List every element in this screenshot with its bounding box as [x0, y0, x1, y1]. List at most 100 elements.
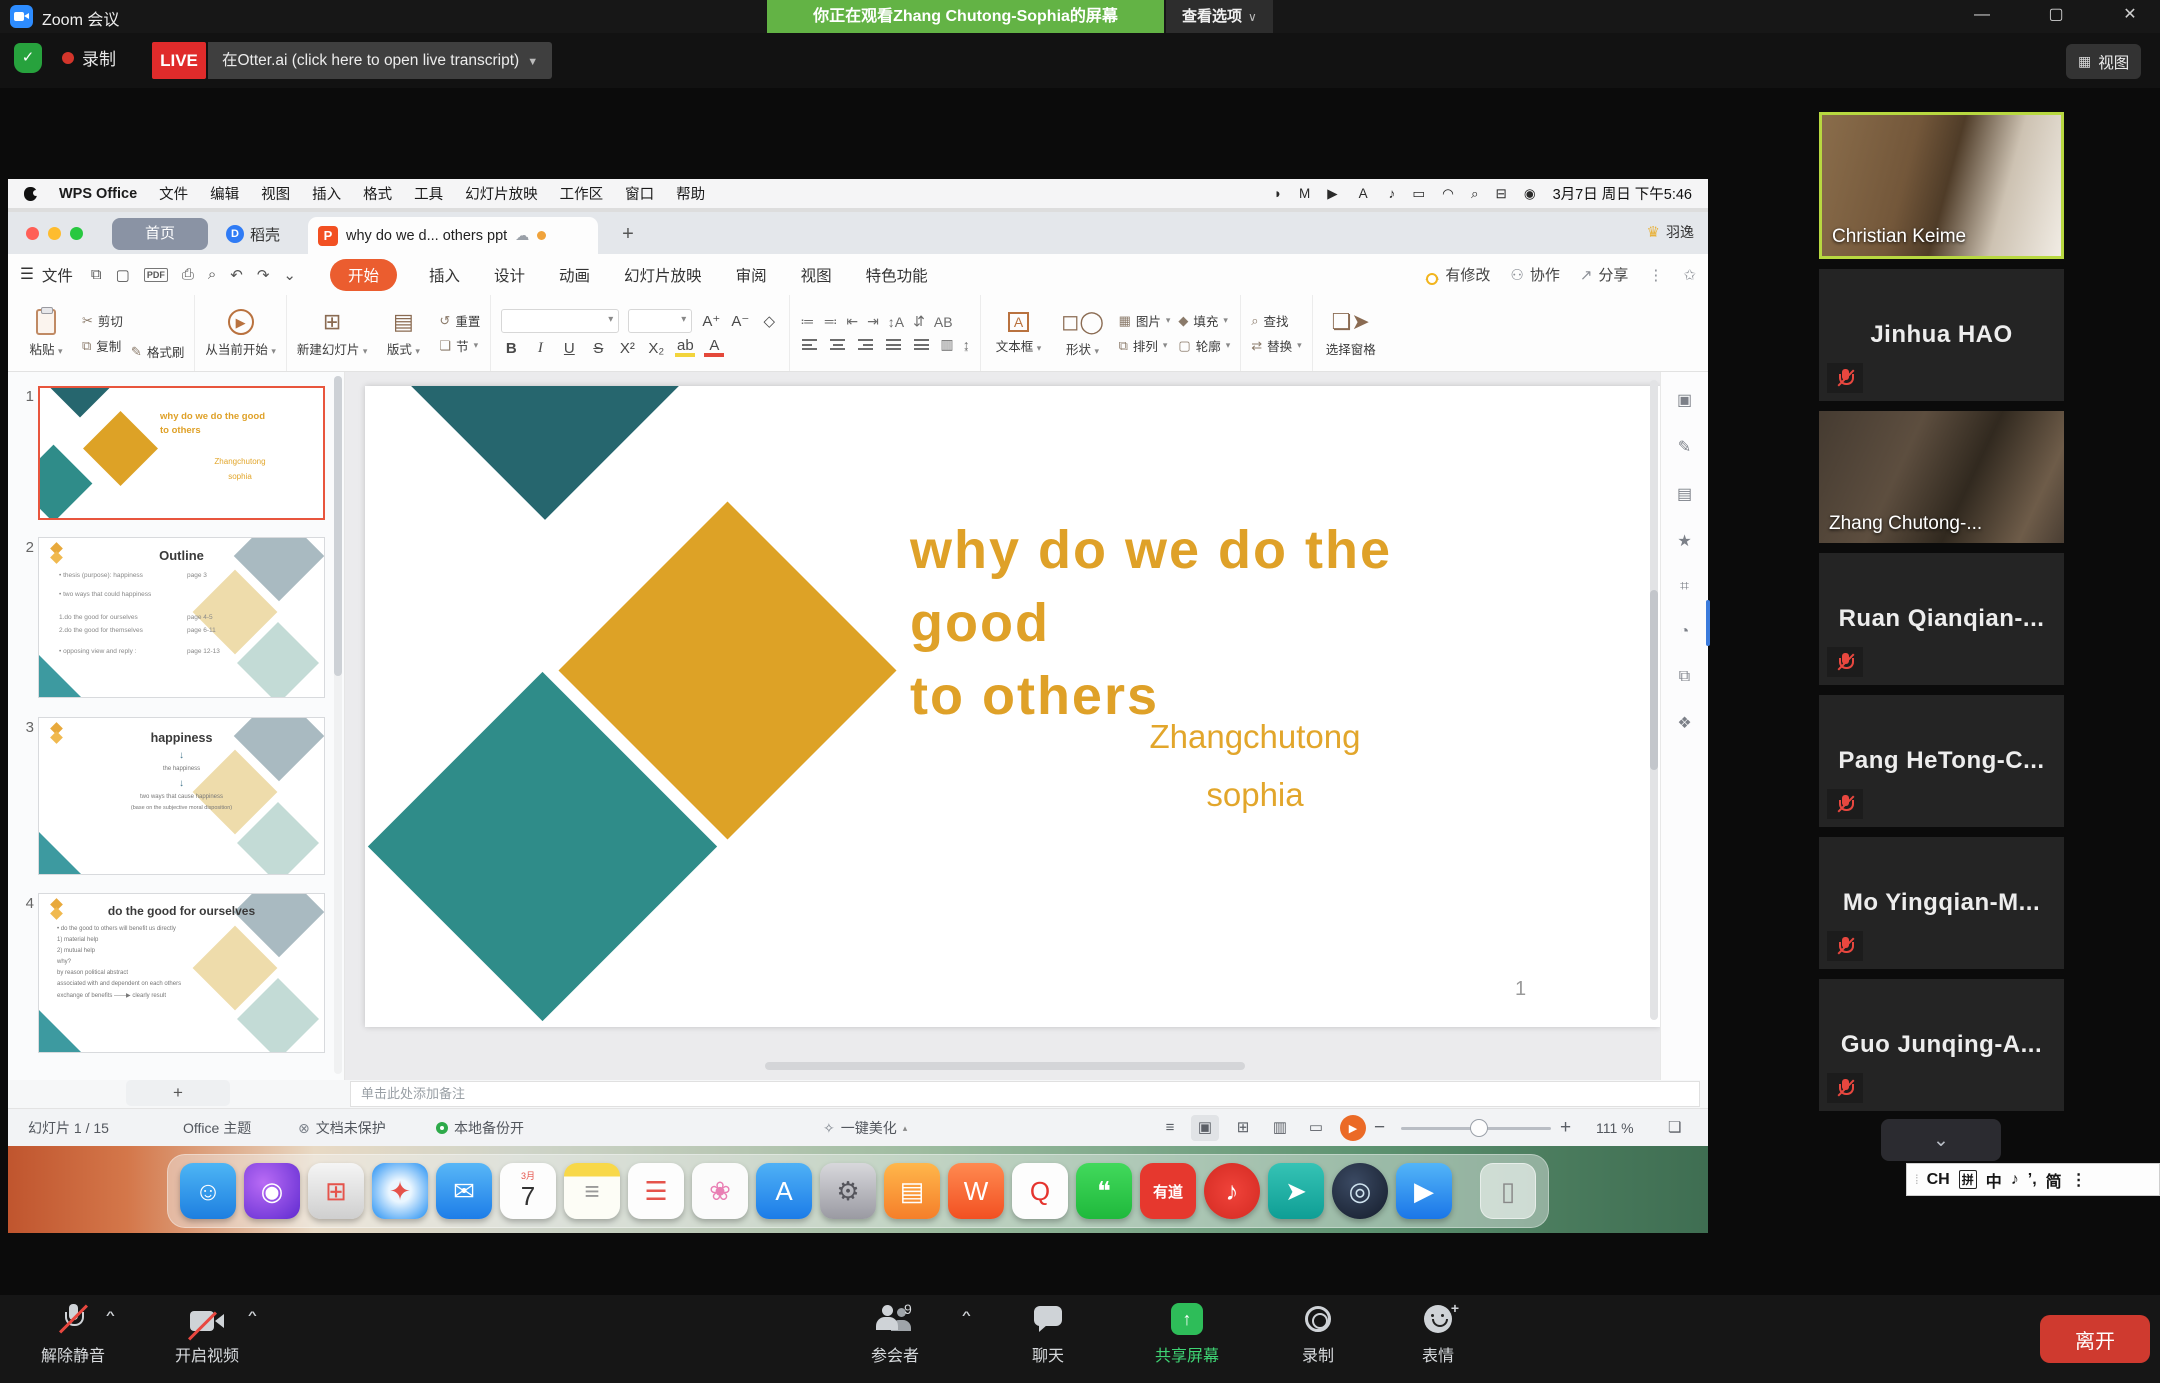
selection-pane-button[interactable]: ❏➤选择窗格 [1323, 300, 1379, 366]
menubar-item[interactable]: 帮助 [676, 183, 705, 204]
copy-button[interactable]: ⧉复制 [82, 336, 123, 355]
battery-icon[interactable]: ▭ [1412, 186, 1425, 202]
superscript-button[interactable]: X² [617, 340, 637, 357]
menubar-item[interactable]: 格式 [363, 183, 392, 204]
mail-dock-icon[interactable]: ✉ [436, 1163, 492, 1219]
presenter-view-icon[interactable]: ▭ [1302, 1115, 1330, 1141]
mac-minimize-icon[interactable] [48, 227, 61, 240]
share-screen-button[interactable]: ↑ 共享屏幕 [1128, 1303, 1246, 1366]
layout-button[interactable]: ▤版式 ▾ [375, 300, 431, 366]
chat-button[interactable]: 聊天 [1005, 1303, 1091, 1366]
close-button[interactable]: ✕ [2106, 0, 2154, 30]
paste-button[interactable]: 粘贴 ▾ [18, 300, 74, 366]
control-center-icon[interactable]: ⊟ [1496, 186, 1507, 202]
object-properties-icon[interactable]: ▣ [1677, 390, 1692, 410]
books-dock-icon[interactable]: ▤ [884, 1163, 940, 1219]
protection-status[interactable]: ⊗文档未保护 [298, 1109, 386, 1147]
apple-menu-icon[interactable] [24, 187, 37, 201]
tab-docer[interactable]: D 稻壳 [226, 220, 280, 248]
settings-dock-icon[interactable]: ⚙ [820, 1163, 876, 1219]
clear-format-button[interactable]: ◇ [759, 312, 779, 330]
view-options-button[interactable]: 查看选项∨ [1166, 0, 1273, 33]
safari-dock-icon[interactable]: ✦ [372, 1163, 428, 1219]
input-source-icon[interactable]: A [1355, 186, 1372, 202]
justify-button[interactable] [884, 337, 903, 352]
ime-more[interactable]: ⋮ [2071, 1170, 2087, 1190]
menubar-item[interactable]: 文件 [159, 183, 188, 204]
youdao-dock-icon[interactable]: 有道 [1140, 1163, 1196, 1219]
transfer-dock-icon[interactable]: ➤ [1268, 1163, 1324, 1219]
cut-button[interactable]: ✂剪切 [82, 311, 123, 330]
underline-button[interactable]: U [559, 340, 579, 357]
textbox-button[interactable]: A文本框 ▾ [991, 300, 1047, 366]
player-status-icon[interactable]: ▶ [1327, 186, 1337, 202]
trash-dock-icon[interactable]: ▯ [1480, 1163, 1536, 1219]
theme-indicator[interactable]: Office 主题 [183, 1109, 251, 1147]
fit-window-button[interactable]: ❏ [1668, 1109, 1681, 1147]
ime-chinese-mode[interactable]: 中 [1986, 1168, 2002, 1192]
finder-dock-icon[interactable]: ☺ [180, 1163, 236, 1219]
bullets-button[interactable]: ≔ [800, 313, 814, 330]
new-file-icon[interactable]: ▢ [116, 266, 130, 284]
sync-status-button[interactable]: ☁有修改 [1424, 264, 1490, 285]
qq-dock-icon[interactable]: Q [1012, 1163, 1068, 1219]
beautify-button[interactable]: ✧一键美化 ▴ [823, 1109, 907, 1147]
participants-button[interactable]: 9 参会者 [845, 1303, 945, 1366]
pin-ribbon-button[interactable]: ✩ [1683, 266, 1696, 284]
participant-tile[interactable]: Zhang Chutong-... Zhang Chutong-... [1819, 411, 2064, 543]
outline-button[interactable]: ▢轮廓 ▾ [1178, 336, 1230, 355]
audio-options-chevron[interactable]: ^ [106, 1310, 115, 1322]
slide-authors[interactable]: Zhangchutongsophia [1085, 708, 1425, 824]
siri-dock-icon[interactable]: ◉ [244, 1163, 300, 1219]
ime-sound[interactable]: ♪ [2011, 1171, 2019, 1189]
decrease-font-button[interactable]: A⁻ [730, 312, 750, 330]
print-icon[interactable]: ⎙ [182, 266, 194, 283]
menubar-item[interactable]: 工作区 [560, 183, 604, 204]
participant-tile[interactable]: Pang HeTong-C... Pang HeTong-C... [1819, 695, 2064, 827]
ime-simplified[interactable]: 简 [2046, 1168, 2062, 1192]
siri-icon[interactable]: ◉ [1524, 186, 1536, 202]
ribbon-tab[interactable]: 特色功能 [864, 259, 930, 291]
align-right-button[interactable] [856, 337, 875, 352]
ribbon-tab[interactable]: 幻灯片放映 [622, 259, 704, 291]
reset-button[interactable]: ↺重置 [439, 311, 480, 330]
slide-thumbnail-4[interactable]: do the good for ourselves • do the good … [38, 893, 325, 1053]
ribbon-tab[interactable]: 动画 [557, 259, 592, 291]
ime-drag-handle[interactable]: ⁞ [1915, 1172, 1918, 1187]
view-layout-button[interactable]: ▦视图 [2066, 44, 2141, 79]
menubar-item[interactable]: 工具 [414, 183, 443, 204]
ribbon-tab[interactable]: 设计 [492, 259, 527, 291]
slide-thumbnail-1[interactable]: why do we do the goodto others Zhangchut… [38, 386, 325, 520]
more-panels-icon[interactable]: ❖ [1677, 713, 1691, 733]
current-slide[interactable]: why do we do the goodto others Zhangchut… [365, 386, 1660, 1027]
play-from-current-button[interactable]: ▶从当前开始 ▾ [205, 300, 276, 366]
play-slideshow-icon[interactable]: ▶ [1340, 1115, 1366, 1141]
canvas-vscrollbar[interactable] [1650, 380, 1658, 1020]
notes-input[interactable]: 单击此处添加备注 [350, 1081, 1700, 1107]
bold-button[interactable]: B [501, 340, 521, 357]
participant-tile[interactable]: Christian Keime Christian Keime [1819, 112, 2064, 259]
calendar-dock-icon[interactable]: 3月 7 [500, 1163, 556, 1219]
live-transcript-button[interactable]: 在Otter.ai (click here to open live trans… [208, 42, 552, 79]
columns-button[interactable]: ▥ [940, 336, 953, 353]
section-button[interactable]: ❏节 ▾ [439, 336, 480, 355]
thumbnail-scrollbar[interactable] [334, 376, 342, 1074]
layout-panel-icon[interactable]: ▤ [1677, 484, 1692, 504]
menubar-item[interactable]: 插入 [312, 183, 341, 204]
outdent-button[interactable]: ⇤ [846, 313, 858, 330]
maximize-button[interactable]: ▢ [2032, 0, 2080, 30]
video-options-chevron[interactable]: ^ [248, 1310, 257, 1322]
volume-icon[interactable]: ♪ [1389, 186, 1396, 201]
m-security-status-icon[interactable]: M [1299, 186, 1310, 201]
ribbon-tab[interactable]: 审阅 [734, 259, 769, 291]
slide-thumbnail-3[interactable]: happiness ↓ the happiness ↓ two ways tha… [38, 717, 325, 875]
menubar-item[interactable]: 窗口 [625, 183, 654, 204]
more-options-button[interactable]: ⋮ [1648, 266, 1663, 284]
slide-title[interactable]: why do we do the goodto others [910, 514, 1470, 733]
font-color-button[interactable]: A [704, 339, 724, 357]
spotlight-icon[interactable]: ⌕ [1471, 186, 1479, 202]
reminders-dock-icon[interactable]: ☰ [628, 1163, 684, 1219]
participant-tile[interactable]: Guo Junqing-A... Guo Junqing-A... [1819, 979, 2064, 1111]
netease-music-dock-icon[interactable]: ♪ [1204, 1163, 1260, 1219]
notes-dock-icon[interactable]: ≡ [564, 1163, 620, 1219]
